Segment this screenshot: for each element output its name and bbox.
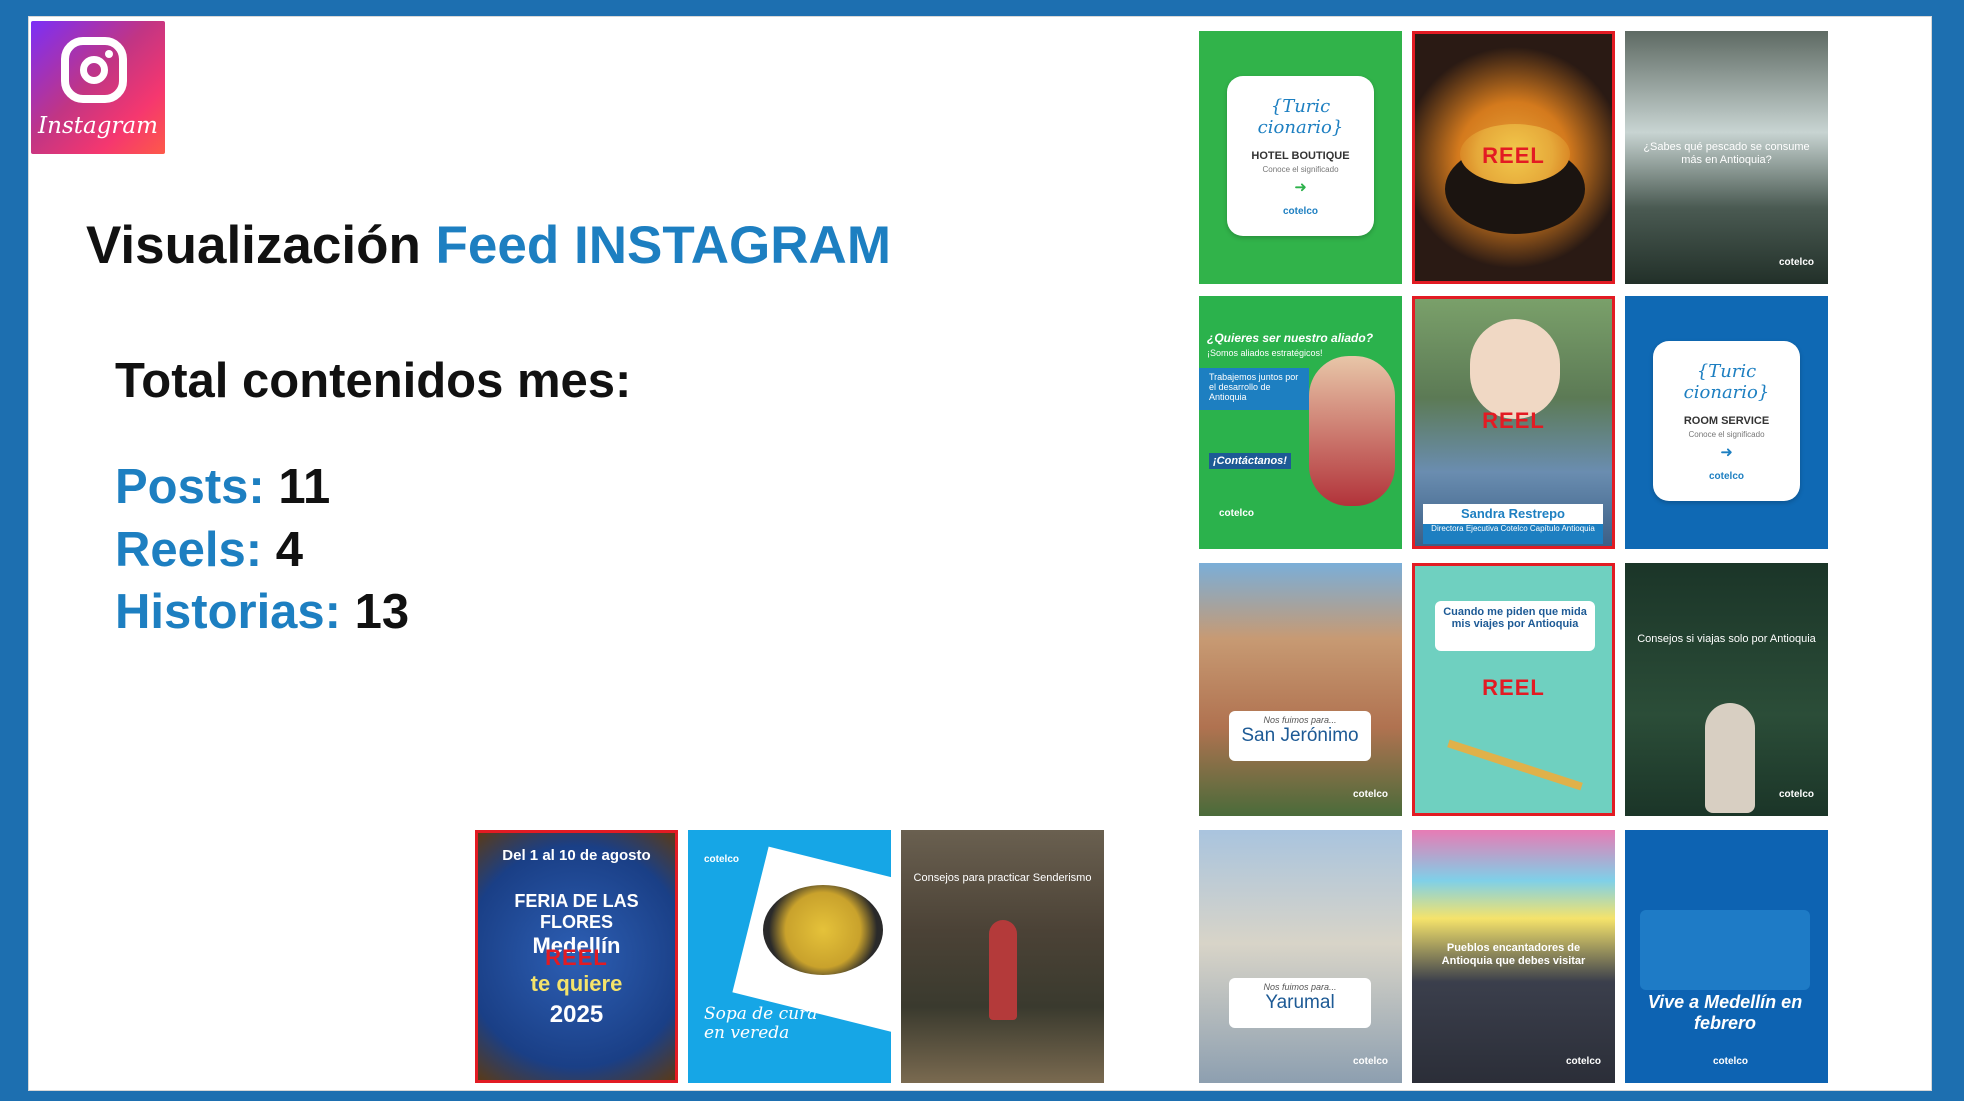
place-label: Nos fuimos para... Yarumal <box>1229 978 1371 1028</box>
post-text: Consejos si viajas solo por Antioquia <box>1637 633 1816 645</box>
traveler-shape <box>1705 703 1755 813</box>
arrow-right-icon: ➜ <box>1720 444 1733 461</box>
stat-stories-label: Historias: <box>115 585 342 639</box>
post-subtitle: Conoce el significado <box>1262 165 1339 174</box>
stat-posts-value: 11 <box>278 460 331 514</box>
story-text: Consejos para practicar Senderismo <box>913 872 1092 884</box>
place-name: Yarumal <box>1265 992 1335 1013</box>
reel-tag: REEL <box>545 945 608 970</box>
post-text: ¿Sabes qué pescado se consume más en Ant… <box>1643 141 1810 166</box>
post-subtitle: Conoce el significado <box>1688 430 1765 439</box>
brand-text: {Turic cionario} <box>1257 96 1344 138</box>
post-text: Pueblos encantadores de Antioquia que de… <box>1441 942 1586 967</box>
stat-reels: Reels: 4 <box>115 522 303 578</box>
soup-bowl <box>763 885 883 975</box>
reel-tag: REEL <box>1482 142 1545 168</box>
feed-reel-map[interactable]: Cuando me piden que mida mis viajes por … <box>1412 563 1615 816</box>
feed-post-solo-travel[interactable]: Consejos si viajas solo por Antioquia co… <box>1625 563 1828 816</box>
title-accent: Feed INSTAGRAM <box>435 216 891 275</box>
cotelco-logo: cotelco <box>1352 789 1388 800</box>
story-line-5: 2025 <box>549 1001 604 1028</box>
story-sopa-de-cura[interactable]: cotelco Sopa de cura en vereda <box>688 830 891 1083</box>
cotelco-logo: cotelco <box>1708 471 1744 482</box>
story-reel-feria-flores[interactable]: Del 1 al 10 de agosto FERIA DE LAS FLORE… <box>475 830 678 1083</box>
post-title: ROOM SERVICE <box>1683 415 1770 427</box>
post-question: ¿Quieres ser nuestro aliado? <box>1207 331 1374 345</box>
feed-post-yarumal[interactable]: Nos fuimos para... Yarumal cotelco <box>1199 830 1402 1083</box>
story-text: Sopa de cura en vereda <box>704 1004 818 1043</box>
post-body: Trabajemos juntos por el desarrollo de A… <box>1199 368 1309 410</box>
story-line-2: FERIA DE LAS FLORES <box>514 891 639 932</box>
cta-label: ¡Contáctanos! <box>1209 453 1291 469</box>
arrow-right-icon: ➜ <box>1294 179 1307 196</box>
slide: Instagram Visualización Feed INSTAGRAM T… <box>28 16 1932 1091</box>
feed-post-pueblos[interactable]: Pueblos encantadores de Antioquia que de… <box>1412 830 1615 1083</box>
stat-stories: Historias: 13 <box>115 584 409 640</box>
story-senderismo[interactable]: Consejos para practicar Senderismo <box>901 830 1104 1083</box>
cotelco-logo: cotelco <box>1565 1056 1601 1067</box>
title-main: Visualización <box>86 216 436 275</box>
cotelco-logo: cotelco <box>1219 508 1255 519</box>
page-title: Visualización Feed INSTAGRAM <box>86 215 891 276</box>
place-pre: Nos fuimos para... <box>1263 982 1337 992</box>
brand-text: {Turic cionario} <box>1683 361 1770 403</box>
stat-stories-value: 13 <box>354 585 410 639</box>
city-illustration <box>1640 910 1810 990</box>
reel-tag: REEL <box>1482 407 1545 433</box>
post-subtitle: ¡Somos aliados estratégicos! <box>1207 348 1323 358</box>
post-text: Cuando me piden que mida mis viajes por … <box>1435 601 1595 651</box>
feed-post-aliado[interactable]: ¿Quieres ser nuestro aliado? ¡Somos alia… <box>1199 296 1402 549</box>
person-name: Sandra Restrepo <box>1423 504 1603 524</box>
stat-reels-value: 4 <box>275 523 303 577</box>
feed-post-san-jeronimo[interactable]: Nos fuimos para... San Jerónimo cotelco <box>1199 563 1402 816</box>
story-line-1: Del 1 al 10 de agosto <box>502 847 651 864</box>
camera-icon <box>61 37 127 103</box>
post-card: {Turic cionario} HOTEL BOUTIQUE Conoce e… <box>1227 76 1374 236</box>
place-name: San Jerónimo <box>1241 725 1359 746</box>
story-line-4: te quiere <box>530 971 623 996</box>
feed-reel-food[interactable]: REEL <box>1412 31 1615 284</box>
stat-reels-label: Reels: <box>115 523 263 577</box>
ruler-shape <box>1447 739 1583 791</box>
place-label: Nos fuimos para... San Jerónimo <box>1229 711 1371 761</box>
person-photo <box>1309 356 1395 506</box>
stat-posts-label: Posts: <box>115 460 265 514</box>
place-pre: Nos fuimos para... <box>1263 715 1337 725</box>
cotelco-logo: cotelco <box>1778 257 1814 268</box>
summary-heading: Total contenidos mes: <box>115 354 632 408</box>
post-title: HOTEL BOUTIQUE <box>1251 150 1350 162</box>
feed-reel-interview[interactable]: REEL Sandra Restrepo Directora Ejecutiva… <box>1412 296 1615 549</box>
reel-tag: REEL <box>1482 674 1545 700</box>
stat-posts: Posts: 11 <box>115 459 330 515</box>
post-card: {Turic cionario} ROOM SERVICE Conoce el … <box>1653 341 1800 501</box>
cotelco-logo: cotelco <box>1282 206 1318 217</box>
cotelco-logo: cotelco <box>1778 789 1814 800</box>
feed-post-turicionario-hotel[interactable]: {Turic cionario} HOTEL BOUTIQUE Conoce e… <box>1199 31 1402 284</box>
post-text: Vive a Medellín en febrero <box>1647 992 1803 1033</box>
feed-post-turicionario-room[interactable]: {Turic cionario} ROOM SERVICE Conoce el … <box>1625 296 1828 549</box>
cotelco-logo: cotelco <box>704 854 740 865</box>
cotelco-logo: cotelco <box>1352 1056 1388 1067</box>
cotelco-logo: cotelco <box>1712 1056 1748 1067</box>
feed-post-waterfall[interactable]: ¿Sabes qué pescado se consume más en Ant… <box>1625 31 1828 284</box>
person-face <box>1470 319 1560 419</box>
feed-post-medellin-febrero[interactable]: Vive a Medellín en febrero cotelco <box>1625 830 1828 1083</box>
logo-text: Instagram <box>38 113 158 139</box>
hiker-shape <box>989 920 1017 1020</box>
person-role: Directora Ejecutiva Cotelco Capítulo Ant… <box>1423 524 1603 544</box>
instagram-logo: Instagram <box>31 21 165 154</box>
